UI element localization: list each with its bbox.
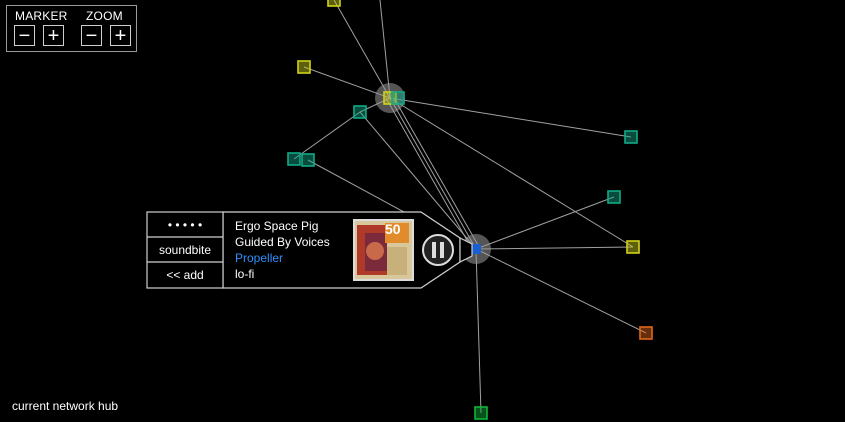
- track-album-link[interactable]: Propeller: [235, 251, 283, 265]
- rating-button[interactable]: • • • • •: [147, 213, 223, 237]
- pause-icon[interactable]: [421, 233, 455, 267]
- track-popup-frame: [146, 211, 473, 289]
- track-artist[interactable]: Guided By Voices: [235, 235, 330, 249]
- current-network-hub-label: current network hub: [12, 399, 119, 413]
- album-art-badge: 50: [385, 221, 401, 237]
- add-button[interactable]: << add: [147, 263, 223, 287]
- soundbite-button[interactable]: soundbite: [147, 238, 223, 262]
- track-title: Ergo Space Pig: [235, 219, 319, 233]
- album-art[interactable]: 50: [353, 219, 414, 281]
- track-genre[interactable]: lo-fi: [235, 267, 254, 281]
